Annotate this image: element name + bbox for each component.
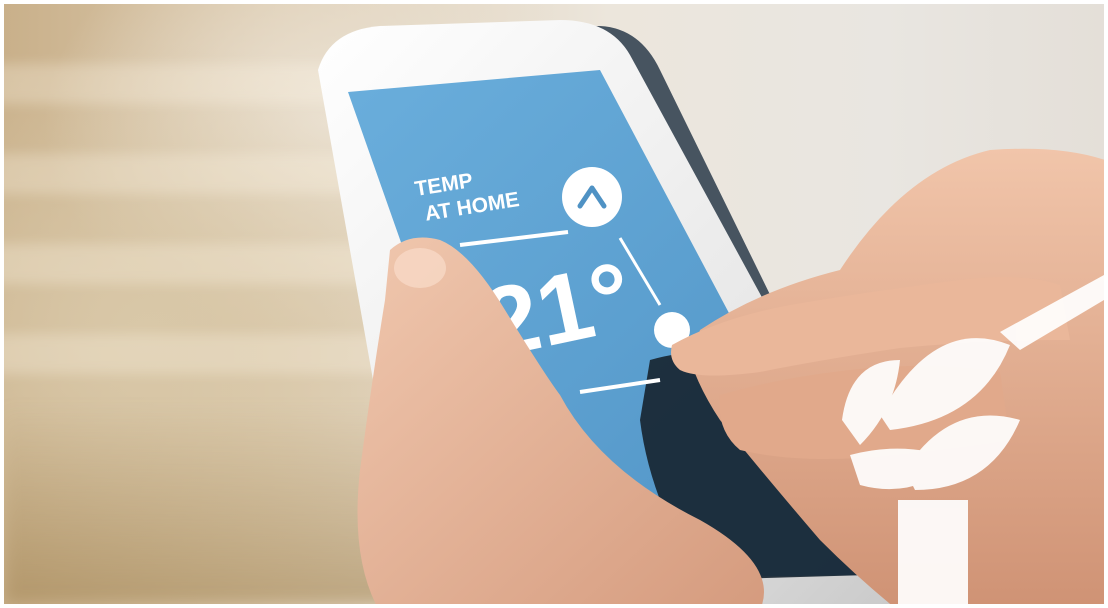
photo-scene: TEMP AT HOME 21° (318, 20, 1104, 608)
thumbnail (394, 248, 446, 288)
temperature-up-button[interactable] (562, 167, 622, 227)
